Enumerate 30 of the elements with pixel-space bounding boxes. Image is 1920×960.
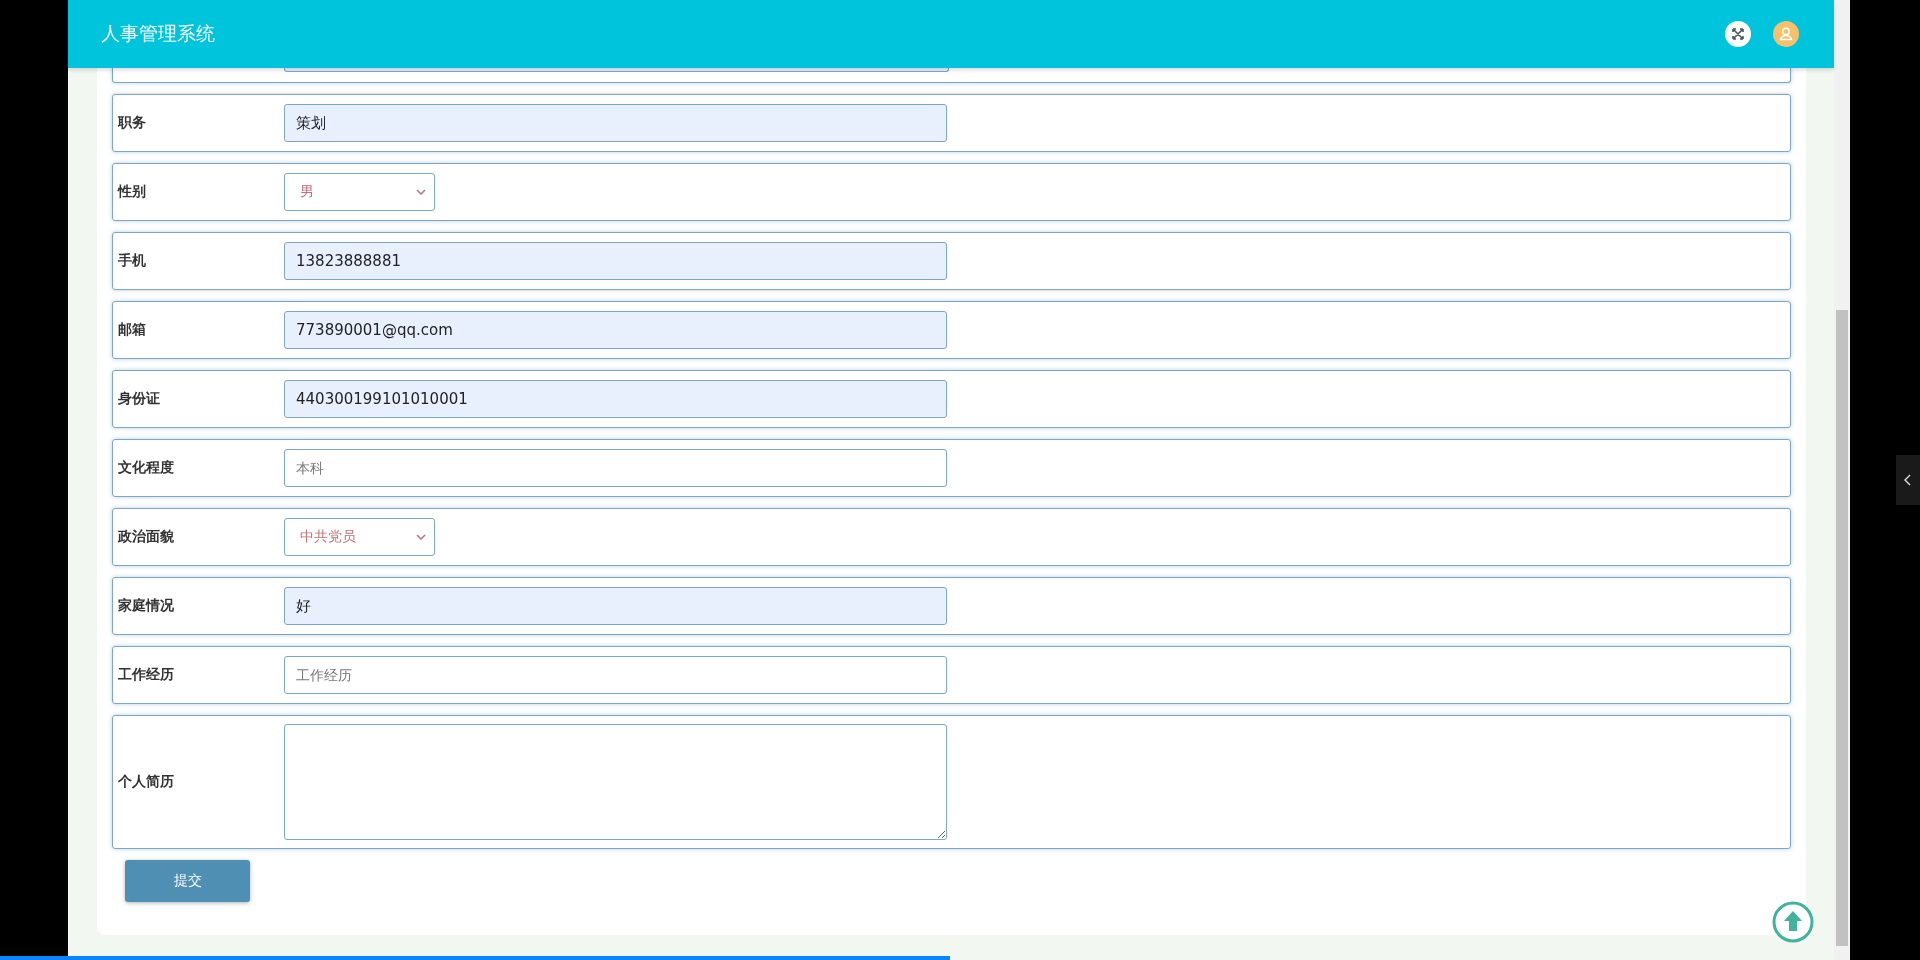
field-label: 个人简历 xyxy=(118,773,175,791)
field-label: 职务 xyxy=(118,114,147,132)
avatar-icon[interactable] xyxy=(1772,20,1800,48)
field-label: 家庭情况 xyxy=(118,597,175,615)
field-label: 邮箱 xyxy=(118,321,147,339)
fullscreen-icon[interactable] xyxy=(1724,20,1752,48)
input-field[interactable]: 本科 xyxy=(284,449,947,487)
input-field[interactable]: 工作经历 xyxy=(284,656,947,694)
caret-icon xyxy=(416,534,426,540)
select-dropdown[interactable]: 中共党员 xyxy=(284,518,435,556)
field-label: 性别 xyxy=(118,183,147,201)
submit-button[interactable]: 提交 xyxy=(125,860,250,902)
caret-icon xyxy=(416,189,426,195)
scroll-to-top-icon[interactable] xyxy=(1771,900,1815,944)
app-title: 人事管理系统 xyxy=(101,21,215,46)
field-label: 手机 xyxy=(118,252,147,270)
field-label: 身份证 xyxy=(118,390,161,408)
field-label: 政治面貌 xyxy=(118,528,175,546)
input-field[interactable]: 440300199101010001 xyxy=(284,380,947,418)
input-field[interactable]: 好 xyxy=(284,587,947,625)
textarea-field[interactable] xyxy=(284,724,947,840)
scrollbar-thumb[interactable] xyxy=(1836,310,1848,946)
chevron-left-icon xyxy=(1904,474,1912,486)
input-field[interactable]: 13823888881 xyxy=(284,242,947,280)
select-dropdown[interactable]: 男 xyxy=(284,173,435,211)
input-field[interactable]: 策划 xyxy=(284,104,947,142)
field-label: 文化程度 xyxy=(118,459,175,477)
field-label: 工作经历 xyxy=(118,666,175,684)
collapse-tab[interactable] xyxy=(1896,455,1920,505)
input-field[interactable]: 773890001@qq.com xyxy=(284,311,947,349)
